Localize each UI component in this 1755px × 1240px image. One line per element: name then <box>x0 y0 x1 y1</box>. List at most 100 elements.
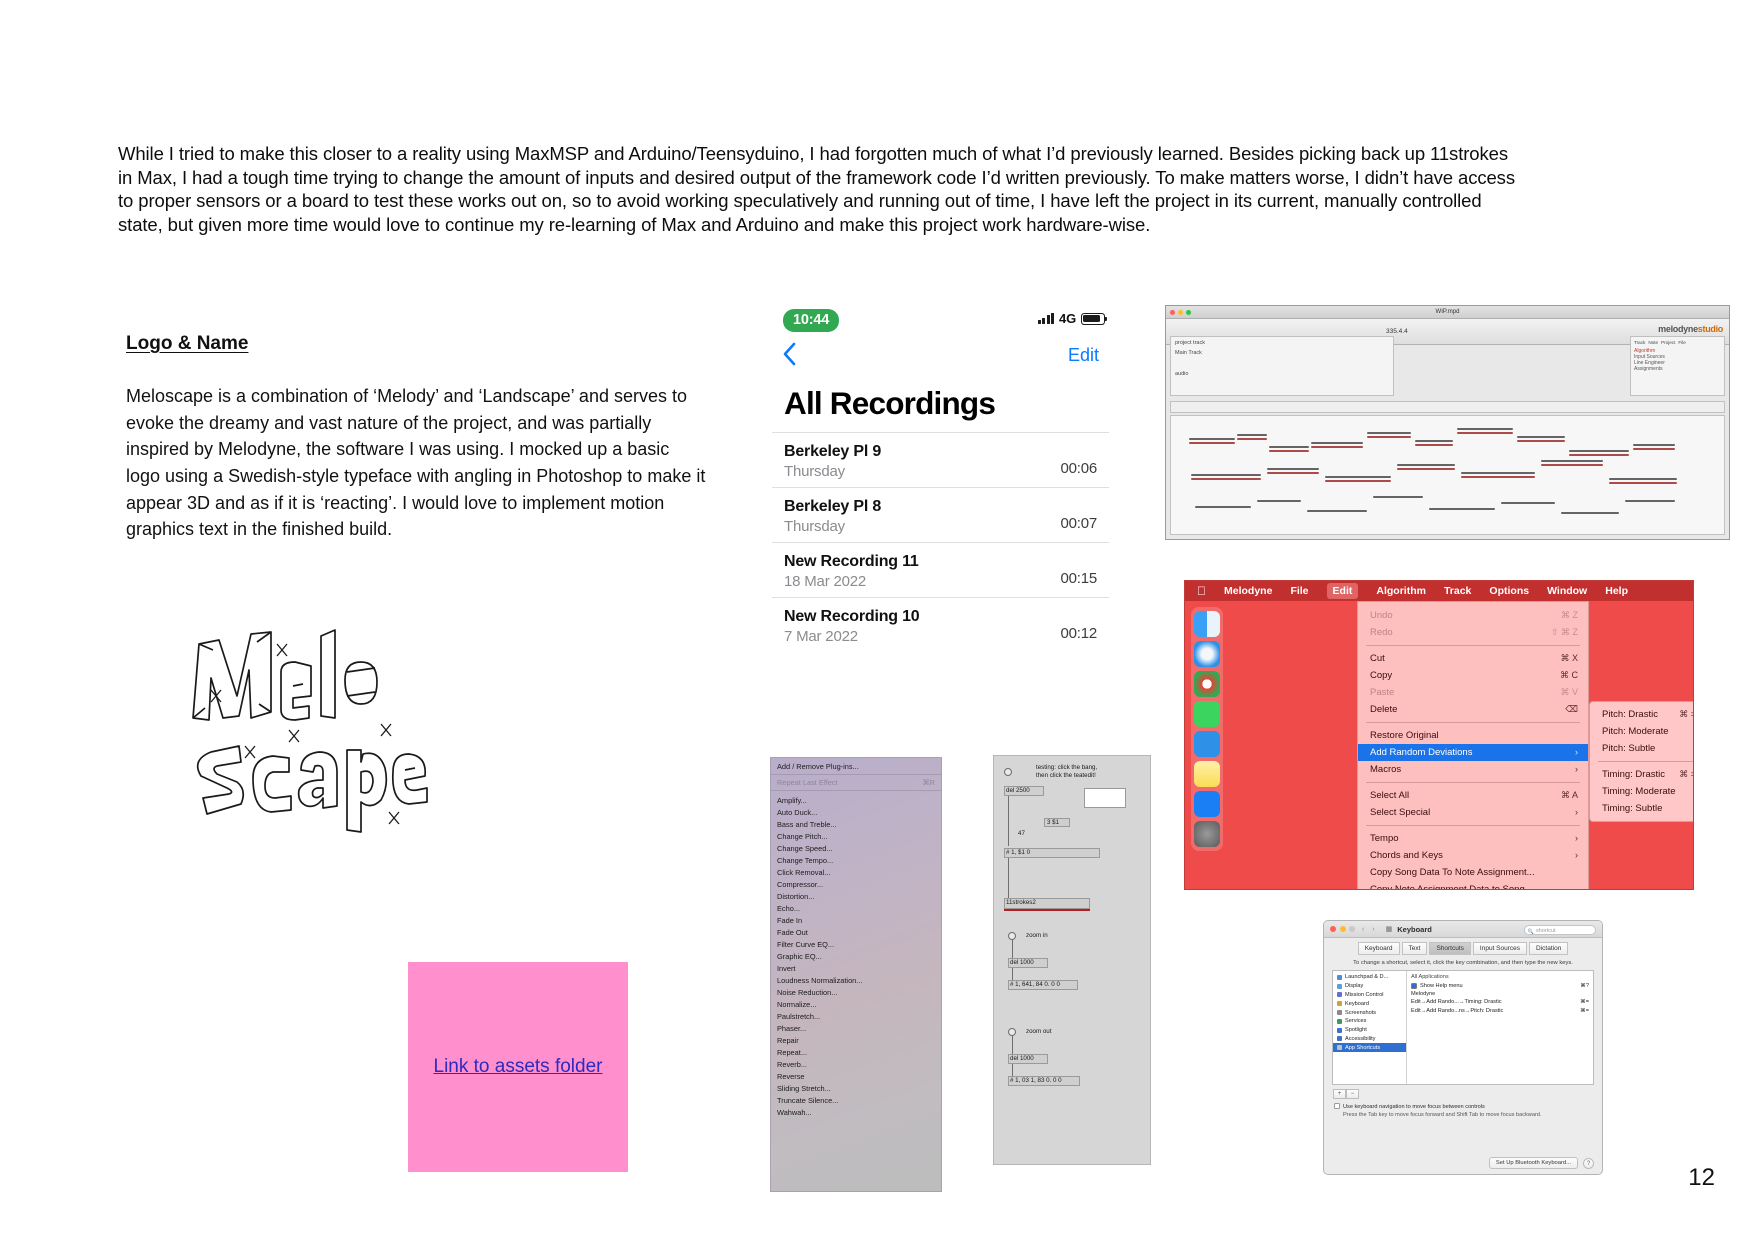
list-item[interactable]: New Recording 11 18 Mar 2022 00:15 <box>772 542 1109 597</box>
tab-note[interactable]: Note <box>1648 340 1658 345</box>
melodyne-timeline-ruler[interactable] <box>1170 401 1725 413</box>
menu-item[interactable]: Select All ⌘ A <box>1358 787 1588 804</box>
grid-view-icon[interactable]: ▦ <box>1386 925 1393 933</box>
shortcut-category-item[interactable]: Display <box>1333 982 1406 991</box>
menu-item[interactable]: Delete ⌫ <box>1358 701 1588 718</box>
effect-menu-item[interactable]: Fade In <box>771 914 941 926</box>
shortcut-category-item[interactable]: Accessibility <box>1333 1034 1406 1043</box>
submenu-item[interactable]: Timing: Moderate <box>1590 783 1693 800</box>
effect-menu-item[interactable]: Change Speed... <box>771 842 941 854</box>
shortcut-category-item[interactable]: App Shortcuts <box>1333 1043 1406 1053</box>
chrome-icon[interactable] <box>1194 671 1220 697</box>
menu-item[interactable]: Copy Note Assignment Data to Song <box>1358 881 1588 889</box>
window-traffic-lights[interactable] <box>1170 310 1191 315</box>
menubar-item-melodyne[interactable]: Melodyne <box>1224 585 1272 597</box>
effect-menu-item[interactable]: Distortion... <box>771 890 941 902</box>
keyboard-nav-checkbox[interactable] <box>1334 1103 1340 1109</box>
edit-button[interactable]: Edit <box>1068 345 1099 366</box>
table-row[interactable]: Show Help menu ⌘? <box>1411 981 1589 989</box>
search-input[interactable]: shortcut <box>1524 925 1596 937</box>
link-to-assets-folder[interactable]: Link to assets folder <box>433 1054 603 1080</box>
row-checkbox[interactable] <box>1411 982 1417 989</box>
menu-item[interactable]: Macros › <box>1358 761 1588 778</box>
submenu-item[interactable]: Pitch: Subtle <box>1590 740 1693 757</box>
effect-menu-item[interactable]: Fade Out <box>771 926 941 938</box>
shortcut-category-item[interactable]: Mission Control <box>1333 991 1406 1000</box>
prefs-bottom-bar[interactable]: Set Up Bluetooth Keyboard... ? <box>1488 1157 1594 1169</box>
effect-menu-item[interactable]: Graphic EQ... <box>771 950 941 962</box>
edit-dropdown-menu[interactable]: Undo ⌘ Z Redo ⇧ ⌘ Z Cut ⌘ X Copy ⌘ C Paste ⌘ V Del… <box>1357 601 1589 889</box>
tab-text[interactable]: Text <box>1401 942 1428 955</box>
menu-item[interactable]: Select Special › <box>1358 804 1588 821</box>
menubar-item-file[interactable]: File <box>1290 585 1308 597</box>
question-mark-icon[interactable]: ? <box>1583 1157 1594 1169</box>
menu-item[interactable]: Chords and Keys › <box>1358 847 1588 864</box>
add-remove-shortcut-buttons[interactable]: + − <box>1333 1089 1602 1099</box>
table-row[interactable]: Edit→Add Rando...ns→Pitch: Drastic ⌘= <box>1411 1007 1589 1015</box>
effect-menu-item[interactable]: Click Removal... <box>771 866 941 878</box>
chevron-left-icon[interactable] <box>782 341 798 367</box>
list-item[interactable]: New Recording 10 7 Mar 2022 00:12 <box>772 597 1109 652</box>
menu-item[interactable]: Add Random Deviations › <box>1358 744 1588 761</box>
shortcut-category-item[interactable]: Screenshots <box>1333 1008 1406 1017</box>
app-store-icon[interactable] <box>1194 791 1220 817</box>
effect-menu-item[interactable]: Change Tempo... <box>771 854 941 866</box>
tab-file[interactable]: File <box>1678 340 1685 345</box>
submenu-item[interactable]: Timing: Drastic ⌘ = <box>1590 766 1693 783</box>
tab-track[interactable]: Track <box>1634 340 1645 345</box>
shortcut-category-item[interactable]: Keyboard <box>1333 999 1406 1008</box>
add-random-deviations-submenu[interactable]: Pitch: Drastic ⌘ = Pitch: Moderate Pitch: S… <box>1589 701 1693 822</box>
effect-menu-item[interactable]: Reverb... <box>771 1058 941 1070</box>
menubar-item-options[interactable]: Options <box>1489 585 1529 597</box>
prefs-tabs[interactable]: Keyboard Text Shortcuts Input Sources Di… <box>1324 938 1602 960</box>
effect-menu-item[interactable]: Paulstretch... <box>771 1010 941 1022</box>
tab-keyboard[interactable]: Keyboard <box>1357 942 1400 955</box>
tab-project[interactable]: Project <box>1661 340 1675 345</box>
messages-icon[interactable] <box>1194 701 1220 727</box>
effect-menu-item[interactable]: Truncate Silence... <box>771 1094 941 1106</box>
submenu-item[interactable]: Pitch: Drastic ⌘ = <box>1590 706 1693 723</box>
menubar-item-window[interactable]: Window <box>1547 585 1587 597</box>
add-shortcut-button[interactable]: + <box>1333 1089 1346 1099</box>
tab-shortcuts[interactable]: Shortcuts <box>1429 942 1471 955</box>
menu-item[interactable]: Copy Song Data To Note Assignment... <box>1358 864 1588 881</box>
effect-menu-item[interactable]: Compressor... <box>771 878 941 890</box>
finder-icon[interactable] <box>1194 611 1220 637</box>
melodyne-inspector-panel[interactable]: Track Note Project File Algorithm Input … <box>1630 336 1725 396</box>
mail-icon[interactable] <box>1194 731 1220 757</box>
list-item[interactable]: Berkeley Pl 8 Thursday 00:07 <box>772 487 1109 542</box>
effect-menu-item[interactable]: Bass and Treble... <box>771 818 941 830</box>
window-traffic-lights[interactable] <box>1330 926 1355 932</box>
menu-item[interactable]: Restore Original <box>1358 727 1588 744</box>
effect-menu-item[interactable]: Loudness Normalization... <box>771 974 941 986</box>
melodyne-note-canvas[interactable] <box>1170 415 1725 535</box>
effect-menu-item[interactable]: Noise Reduction... <box>771 986 941 998</box>
bang-object[interactable] <box>1008 932 1016 940</box>
effect-menu-item[interactable]: Wahwah... <box>771 1106 941 1118</box>
effect-menu-item[interactable]: Filter Curve EQ... <box>771 938 941 950</box>
menu-item[interactable]: Cut ⌘ X <box>1358 650 1588 667</box>
table-row[interactable]: Edit→Add Rando...→Timing: Drastic ⌘= <box>1411 998 1589 1006</box>
remove-shortcut-button[interactable]: − <box>1346 1089 1359 1099</box>
macos-dock[interactable] <box>1191 607 1223 851</box>
shortcut-detail-list[interactable]: All Applications Show Help menu ⌘? Melod… <box>1407 971 1593 1084</box>
bang-object[interactable] <box>1004 768 1012 776</box>
effect-menu-item[interactable]: Normalize... <box>771 998 941 1010</box>
menubar-item-edit[interactable]: Edit <box>1326 583 1359 599</box>
set-up-bluetooth-keyboard-button[interactable]: Set Up Bluetooth Keyboard... <box>1488 1157 1578 1169</box>
table-row[interactable]: Melodyne <box>1411 990 1589 998</box>
assets-folder-block[interactable]: Link to assets folder <box>408 962 628 1172</box>
shortcut-category-item[interactable]: Spotlight <box>1333 1026 1406 1035</box>
effect-menu-item[interactable]: Invert <box>771 962 941 974</box>
nav-back-forward-icons[interactable]: ‹ › <box>1362 926 1378 933</box>
melodyne-left-panel[interactable]: project track Main Track audio <box>1170 336 1394 396</box>
menu-item[interactable]: Tempo › <box>1358 830 1588 847</box>
inspector-tabs[interactable]: Track Note Project File <box>1634 340 1721 345</box>
tab-input-sources[interactable]: Input Sources <box>1472 942 1528 955</box>
menubar-item-help[interactable]: Help <box>1605 585 1628 597</box>
bang-object[interactable] <box>1008 1028 1016 1036</box>
menubar-item-track[interactable]: Track <box>1444 585 1471 597</box>
submenu-item[interactable]: Timing: Subtle <box>1590 800 1693 817</box>
tab-dictation[interactable]: Dictation <box>1529 942 1569 955</box>
shortcut-category-item[interactable]: Launchpad & D... <box>1333 973 1406 982</box>
